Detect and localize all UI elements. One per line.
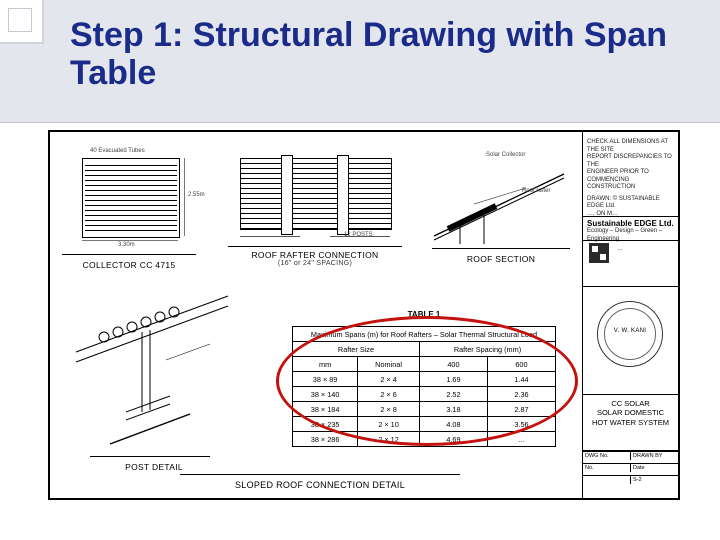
general-notes: CHECK ALL DIMENSIONS AT THE SITEREPORT D… — [583, 136, 678, 221]
slide: Step 1: Structural Drawing with Span Tab… — [0, 0, 720, 540]
roof-note-1: Solar Collector — [486, 152, 525, 158]
company-name: Sustainable EDGE Ltd. — [583, 217, 678, 228]
rafter-post-2 — [337, 155, 349, 235]
table-row: 38 × 2862 × 124.69… — [293, 432, 556, 447]
rafter-caption-2: (16" or 24" SPACING) — [220, 260, 410, 268]
collector-note: 40 Evacuated Tubes — [90, 148, 145, 154]
rafter-post-1 — [281, 155, 293, 235]
hdr-mm: mm — [293, 357, 358, 372]
rafter-hatch — [241, 159, 391, 229]
post-caption: POST DETAIL — [70, 462, 238, 472]
table-row: 38 × 892 × 41.691.44 — [293, 372, 556, 387]
drawing-sheet: 40 Evacuated Tubes 2.55m 3.30m COLLECTOR… — [48, 130, 680, 500]
rafter-box — [240, 158, 392, 230]
panel-rule — [180, 474, 460, 475]
rafter-caption: ROOF RAFTER CONNECTION (16" or 24" SPACI… — [220, 251, 410, 268]
rafter-dim-label: 12 POSTS — [344, 232, 373, 238]
panel-rafter: 12 POSTS ROOF RAFTER CONNECTION (16" or … — [220, 148, 410, 268]
span-table: Maximum Spans (m) for Roof Rafters – Sol… — [292, 326, 556, 447]
table-row: 38 × 1842 × 83.182.87 — [293, 402, 556, 417]
panel-rule — [432, 248, 570, 249]
sloped-caption: SLOPED ROOF CONNECTION DETAIL — [180, 480, 460, 490]
roof-section-svg — [426, 154, 576, 248]
col-rafter-size: Rafter Size — [293, 342, 420, 357]
roof-note-2: Roof rafter — [522, 188, 550, 194]
sheet-no: S-2 — [631, 475, 678, 484]
hdr-nom: Nominal — [358, 357, 420, 372]
stamp-name: V. W. KANI — [598, 328, 662, 334]
span-table-wrap: TABLE 1 Maximum Spans (m) for Roof Rafte… — [282, 302, 566, 452]
dim-h-label: 3.30m — [118, 242, 135, 248]
hdr-600: 600 — [487, 357, 555, 372]
rafter-caption-1: ROOF RAFTER CONNECTION — [220, 251, 410, 260]
table-title: TABLE 1 — [282, 310, 566, 319]
company-contact: … — [613, 243, 627, 257]
table-subtitle: Maximum Spans (m) for Roof Rafters – Sol… — [293, 327, 556, 342]
col-rafter-spacing: Rafter Spacing (mm) — [419, 342, 555, 357]
collector-outline — [82, 158, 180, 238]
dim-v-label: 2.55m — [188, 192, 205, 198]
panel-collector: 40 Evacuated Tubes 2.55m 3.30m COLLECTOR… — [62, 148, 196, 268]
panel-post-detail: POST DETAIL — [70, 292, 238, 482]
roof-caption: ROOF SECTION — [426, 254, 576, 264]
company-logo-icon — [589, 243, 609, 263]
project-title: CC SOLARSOLAR DOMESTICHOT WATER SYSTEM — [583, 395, 678, 431]
panel-roof-section: Solar Collector Roof rafter ROOF SECTION — [426, 148, 576, 268]
post-detail-svg — [70, 292, 238, 454]
panel-rule — [228, 246, 402, 247]
engineer-stamp-icon: V. W. KANI — [597, 301, 663, 367]
slide-title: Step 1: Structural Drawing with Span Tab… — [70, 16, 700, 92]
title-rule — [0, 122, 720, 123]
panel-rule — [90, 456, 210, 457]
hdr-400: 400 — [419, 357, 487, 372]
panel-rule — [62, 254, 196, 255]
table-row: 38 × 1402 × 62.522.36 — [293, 387, 556, 402]
title-block: CHECK ALL DIMENSIONS AT THE SITEREPORT D… — [582, 132, 678, 498]
table-row: 38 × 2352 × 104.083.56 — [293, 417, 556, 432]
collector-caption: COLLECTOR CC 4715 — [62, 260, 196, 270]
corner-ornament — [0, 0, 44, 44]
